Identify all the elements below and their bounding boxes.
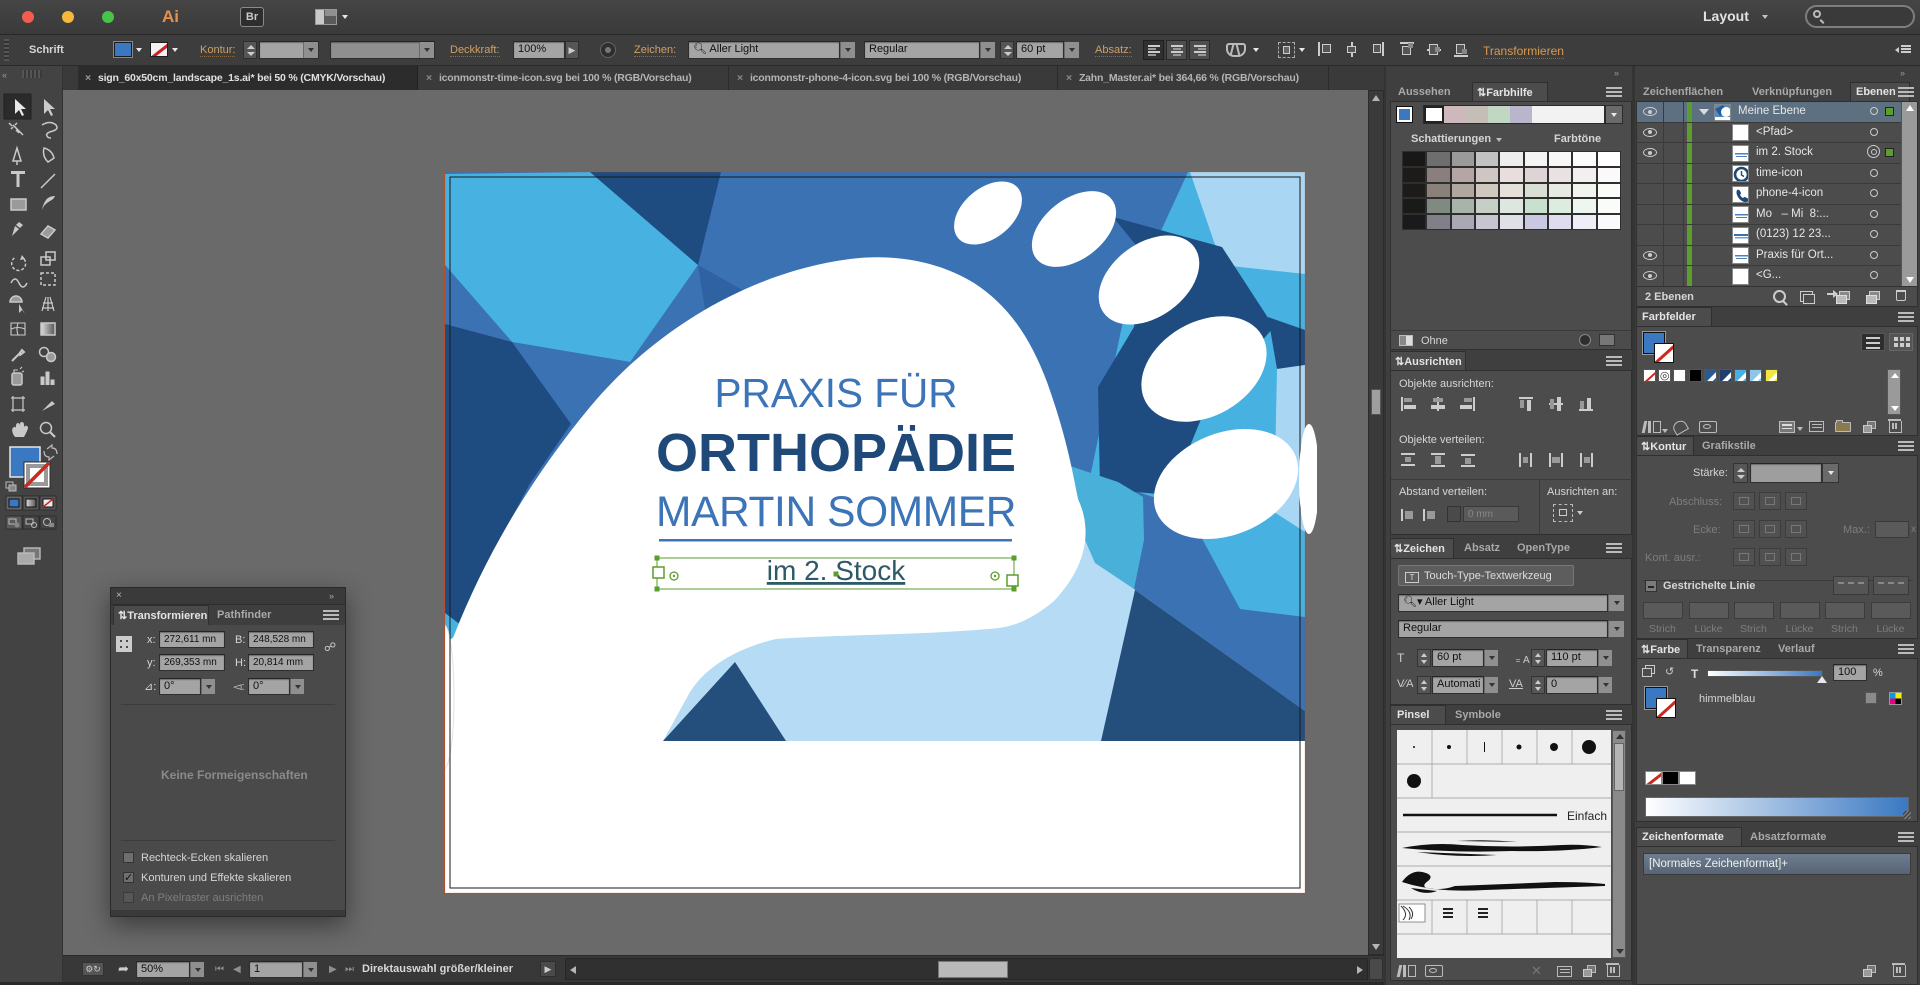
- svg-text:MARTIN SOMMER: MARTIN SOMMER: [656, 489, 1016, 536]
- svg-text:ORTHOPÄDIE: ORTHOPÄDIE: [656, 423, 1016, 483]
- svg-text:Einfach: Einfach: [1567, 809, 1607, 823]
- svg-text:im 2. Stock: im 2. Stock: [767, 555, 906, 586]
- svg-text:PRAXIS FÜR: PRAXIS FÜR: [714, 370, 957, 416]
